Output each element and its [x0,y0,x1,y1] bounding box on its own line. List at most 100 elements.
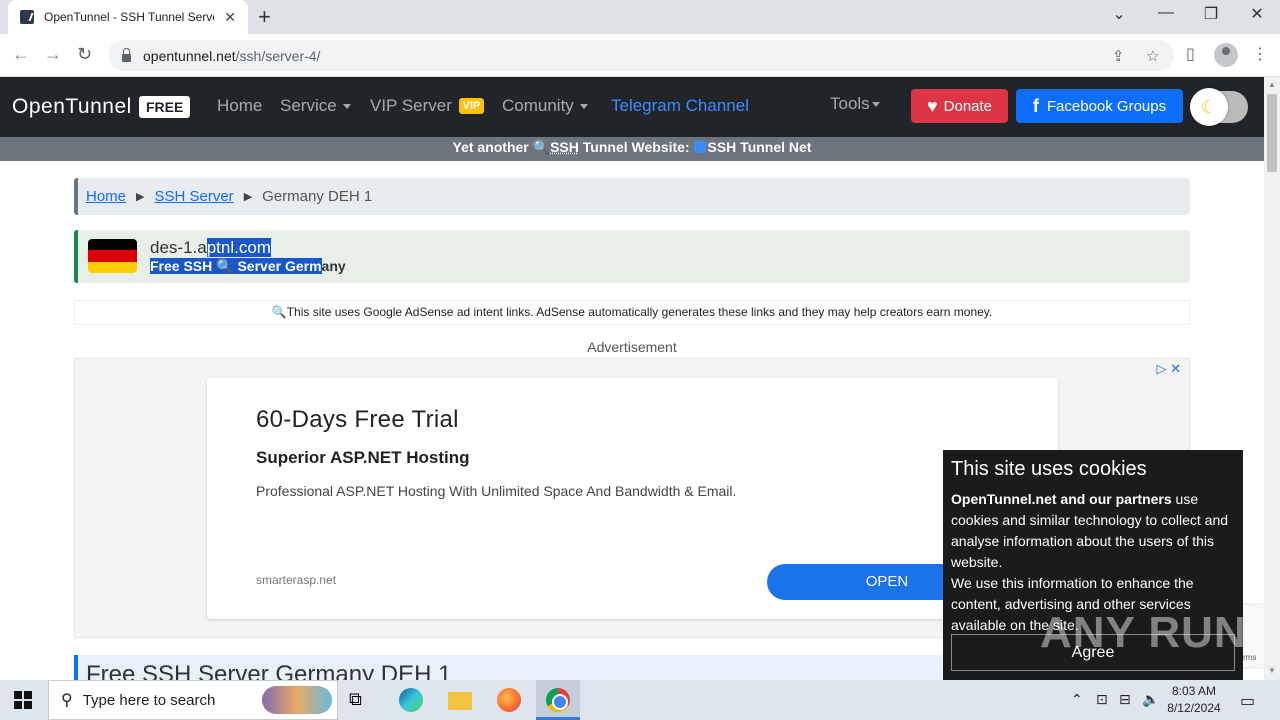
ad-description: Professional ASP.NET Hosting With Unlimi… [256,483,737,499]
search-icon: 🔍 [532,139,551,155]
adchoices-icon[interactable]: ▷ ✕ [1156,361,1181,377]
announce-prefix: Yet another [452,139,533,155]
breadcrumb-ssh-server[interactable]: SSH Server [154,188,233,205]
ad-domain: smarterasp.net [256,573,337,587]
meet-icon[interactable]: ⊡ [1096,691,1108,708]
restore-button[interactable]: ❐ [1188,4,1234,24]
network-icon[interactable]: ⊟ [1119,691,1131,708]
nav-comunity-label: Comunity [502,96,574,115]
minimize-button[interactable]: — [1143,4,1189,22]
facebook-icon: f [1032,95,1039,116]
breadcrumb-home[interactable]: Home [86,188,126,205]
back-arrow-icon[interactable]: ← [12,44,30,65]
nav-telegram[interactable]: Telegram Channel [611,96,749,116]
nav-vip-server[interactable]: VIP Server VIP [370,96,485,116]
announce-ssh-link[interactable]: SSH [550,139,579,155]
site-navbar: OpenTunnel FREE Home Service VIP Server … [0,77,1264,137]
scroll-thumb[interactable] [1267,94,1277,172]
nav-tools-label: Tools [830,94,870,113]
ad-card[interactable]: 60-Days Free Trial Superior ASP.NET Host… [207,378,1058,619]
breadcrumb-current: Germany DEH 1 [262,188,373,205]
volume-icon[interactable]: 🔈 [1142,691,1159,708]
url-path: /ssh/server-4/ [235,47,321,64]
donate-label: Donate [943,97,993,115]
notification-icon[interactable]: ▭ [1240,691,1255,711]
adsense-notice-text: This site uses Google AdSense ad intent … [286,305,993,319]
nav-tools[interactable]: Tools [830,94,880,114]
scroll-up-icon[interactable]: ▲ [1268,80,1276,89]
forward-arrow-icon[interactable]: → [44,44,62,65]
subtitle-selected: Free SSH [150,258,217,274]
edge-icon[interactable] [399,688,423,712]
anyrun-watermark: ANY RUN [1040,608,1247,657]
server-info-card: des-1.aptnl.com Free SSH 🔍 Server German… [74,230,1190,283]
advertisement-label: Advertisement [587,339,677,355]
facebook-label: Facebook Groups [1046,97,1167,115]
search-icon: ⚲ [61,692,73,709]
browser-tab[interactable]: OpenTunnel - SSH Tunnel Server ✕ [8,0,248,34]
menu-kebab-icon[interactable]: ⋮ [1252,44,1268,64]
heart-icon: ♥ [926,95,938,116]
search-icon: 🔍 [271,305,287,319]
browser-titlebar: OpenTunnel - SSH Tunnel Server ✕ + ⌄ — ❐… [0,0,1280,34]
site-favicon-icon [20,10,34,24]
server-subtitle: Free SSH 🔍 Server Germany [150,258,346,275]
taskbar-clock[interactable]: 8:03 AM 8/12/2024 [1166,683,1222,717]
address-bar[interactable]: opentunnel.net/ssh/server-4/ ⇪ ☆ [108,40,1174,71]
site-logo[interactable]: OpenTunnel [12,95,132,119]
moon-icon: ☾ [1190,88,1228,126]
nav-service-label: Service [280,96,337,115]
vip-badge: VIP [458,98,485,114]
close-tab-icon[interactable]: ✕ [224,9,236,26]
windows-start-icon[interactable] [14,691,32,709]
browser-toolbar: ← → ↻ opentunnel.net/ssh/server-4/ ⇪ ☆ ▯… [0,34,1280,77]
nav-comunity[interactable]: Comunity [502,96,588,116]
share-icon[interactable]: ⇪ [1112,47,1125,65]
ad-subtitle: Superior ASP.NET Hosting [256,448,470,467]
chevron-right-icon: ▶ [136,191,145,203]
scroll-down-icon[interactable]: ▼ [1268,666,1276,675]
profile-avatar-icon[interactable] [1214,43,1238,67]
search-icon: 🔍 [216,258,234,274]
germany-flag-icon [88,239,137,273]
reload-icon[interactable]: ↻ [77,44,92,65]
subtitle-rest: any [321,258,346,274]
side-panel-icon[interactable]: ▯ [1186,44,1195,64]
nav-home[interactable]: Home [217,96,262,116]
chrome-icon [546,688,570,712]
bookmark-star-icon[interactable]: ☆ [1146,47,1159,65]
site-icon [693,141,706,153]
close-window-button[interactable]: ✕ [1234,4,1280,24]
cookie-title: This site uses cookies [951,458,1147,480]
announce-middle: Tunnel Website: [578,139,694,155]
hostname-part: des-1.a [150,238,207,257]
chrome-taskbar-button[interactable] [536,680,580,720]
page-scrollbar[interactable]: ▲ ▼ [1264,77,1280,680]
chevron-right-icon: ▶ [243,191,253,203]
ad-title[interactable]: 60-Days Free Trial [256,406,459,434]
task-view-icon[interactable]: ⧉ [349,689,373,713]
clock-date: 8/12/2024 [1167,701,1221,715]
donate-button[interactable]: ♥ Donate [911,89,1008,123]
subtitle-selected-2: Server Germ [233,258,322,274]
chevron-up-icon[interactable]: ⌃ [1071,691,1083,708]
url-host: opentunnel.net [143,47,236,64]
nav-vip-label: VIP Server [370,96,452,115]
windows-taskbar: ⚲ Type here to search ⧉ ⌃ ⊡ ⊟ 🔈 8:03 AM … [0,680,1280,720]
cookie-bold: OpenTunnel.net and our partners [951,491,1172,507]
file-explorer-icon[interactable] [448,692,472,710]
caret-down-icon [871,102,880,108]
server-hostname[interactable]: des-1.aptnl.com [150,238,271,258]
breadcrumb: Home ▶ SSH Server ▶ Germany DEH 1 [74,178,1190,215]
tab-search-icon[interactable]: ⌄ [1096,4,1142,24]
new-tab-button[interactable]: + [258,4,271,30]
announce-site-link[interactable]: SSH Tunnel Net [708,139,812,155]
facebook-groups-button[interactable]: f Facebook Groups [1016,89,1183,123]
nav-service[interactable]: Service [280,96,351,116]
announcement-bar: Yet another 🔍SSH Tunnel Website: SSH Tun… [0,137,1264,161]
lock-icon[interactable] [122,47,131,62]
firefox-icon[interactable] [497,688,521,712]
dark-mode-toggle[interactable]: ☾ [1190,88,1248,126]
search-highlight-image [262,686,332,714]
caret-down-icon [579,104,588,110]
